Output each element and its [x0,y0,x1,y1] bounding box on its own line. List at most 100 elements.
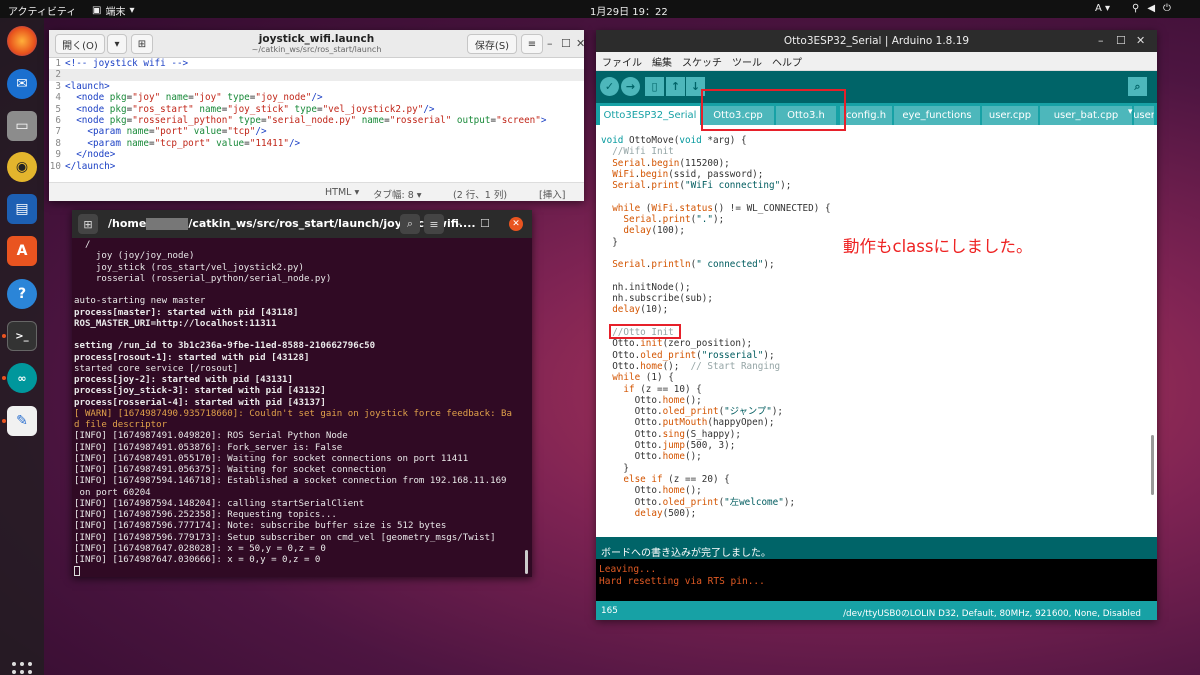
terminal-dock-icon[interactable]: >_ [7,321,37,351]
code-line: Serial.println(" connected"); [601,259,831,270]
close-button[interactable]: ✕ [509,217,523,231]
text-editor-area[interactable]: 1 <!-- joystick wifi --> 2 3 <launch> 4 <node… [49,58,584,182]
menu-item-3[interactable]: ツール [732,54,762,69]
rhythmbox-icon[interactable]: ◉ [7,152,37,182]
code-token: } [601,462,629,474]
input-method-indicator[interactable]: A ▾ [1095,3,1110,14]
editor-scrollbar[interactable] [1151,435,1154,495]
code-token: sing [662,428,685,440]
code-token: (happyOpen); [707,417,775,429]
terminal-line: process[joy-2]: started with pid [43131] [74,375,293,385]
code-token: Otto. [601,349,641,361]
app-menu[interactable]: ▣ 端末 ▾ [92,3,134,18]
new-tab-button[interactable]: ⊞ [78,214,98,234]
tab-7[interactable]: user [1134,106,1154,125]
code-token: (); [684,394,702,406]
code-token: (z == 20) { [662,473,730,485]
upload-button[interactable]: → [621,77,640,96]
code-token: "port" [154,126,189,138]
code-token: </node> [65,149,116,161]
activities-button[interactable]: アクティビティ [8,3,76,18]
code-line: 2 [49,69,584,81]
text-editor-icon[interactable]: ✎ [7,406,37,436]
status-message: ボードへの書き込みが完了しました。 [596,537,1157,559]
save-button[interactable]: 保存(S) [467,34,517,54]
system-tray[interactable]: ⚲◀⏻ [1132,3,1179,14]
close-button[interactable]: ✕ [576,37,585,50]
code-line: 1 <!-- joystick wifi --> [49,58,584,69]
code-token: "." [696,214,713,226]
menu-item-0[interactable]: ファイル [602,54,642,69]
new-sketch-button[interactable]: ▯ [645,77,664,96]
files-icon[interactable]: ▭ [7,111,37,141]
output-console[interactable]: Leaving... Hard resetting via RTS pin... [596,559,1157,601]
minimize-button[interactable]: – [1098,34,1104,47]
language-selector[interactable]: HTML ▾ [325,187,359,198]
code-token: Otto. [601,417,663,429]
open-sketch-button[interactable]: ↑ [666,77,685,96]
arrow-up-icon: ↑ [670,80,681,93]
tab-6[interactable]: user_bat.cpp [1040,106,1132,125]
search-button[interactable]: ⌕ [400,214,420,234]
terminal-line: [INFO] [1674987647.030666]: x = 0,y = 0,… [74,555,321,565]
maximize-button[interactable]: ☐ [480,217,490,230]
hamburger-menu-button[interactable]: ≡ [424,214,444,234]
maximize-button[interactable]: ☐ [1116,34,1126,47]
terminal-line: setting /run_id to 3b1c236a-9fbe-11ed-85… [74,341,376,352]
tab-3[interactable]: config.h [840,106,892,125]
software-center-icon[interactable]: A [7,236,37,266]
line-number: 9 [55,149,61,161]
serial-monitor-button[interactable]: ⌕ [1128,77,1147,96]
console-line: Leaving... [599,564,657,575]
code-line: Otto.home(); [601,395,831,406]
close-button[interactable]: ✕ [1136,34,1145,47]
tab-width-selector[interactable]: タブ幅: 8 ▾ [373,187,422,201]
gedit-statusbar: HTML ▾ タブ幅: 8 ▾ (2 行、1 列) [挿入] [49,182,584,201]
code-token: Otto. [601,338,641,350]
maximize-button[interactable]: ☐ [561,37,571,50]
verify-button[interactable]: ✓ [600,77,619,96]
tab-0[interactable]: Otto3ESP32_Serial [600,106,700,125]
code-token: (ssid, password); [668,168,764,180]
code-token: jump [662,440,685,452]
terminal-line: [INFO] [1674987491.049820]: ROS Serial P… [74,431,348,442]
code-token: nh.subscribe(sub); [601,293,713,305]
chevron-down-icon: ▾ [129,5,135,16]
menu-item-2[interactable]: スケッチ [682,54,722,69]
code-token: pkg [109,114,127,126]
line-number: 5 [55,103,61,115]
menu-item-4[interactable]: ヘルプ [772,54,802,69]
clock[interactable]: 1月29日 19：22 [590,3,668,18]
libreoffice-writer-icon[interactable]: ▤ [7,194,37,224]
code-line: delay(10); [601,304,831,315]
terminal-scrollbar[interactable] [525,550,528,574]
hamburger-menu-button[interactable]: ≡ [521,34,543,54]
code-token: Otto. [601,428,663,440]
code-line: while (WiFi.status() != WL_CONNECTED) { [601,203,830,214]
minimize-button[interactable]: – [547,37,553,50]
firefox-icon[interactable] [7,26,37,56]
show-applications-icon[interactable] [12,662,32,675]
minimize-button[interactable]: – [456,217,462,230]
tab-4[interactable]: eye_functions [894,106,980,125]
code-line: Otto.oled_print("左welcome"); [601,497,831,508]
code-token: <param [65,126,127,138]
network-icon: ⚲ [1132,3,1148,14]
arduino-icon[interactable]: ∞ [7,363,37,393]
terminal-output[interactable]: / joy (joy/joy_node) joy_stick (ros_star… [74,240,526,578]
menu-item-1[interactable]: 編集 [652,54,672,69]
code-token: name [126,126,149,138]
code-token: <param [65,137,127,149]
code-token: putMouth [662,417,708,429]
tabs-menu-arrow[interactable]: ▾ [1128,107,1133,117]
code-line: delay(500); [601,508,831,519]
code-line: 6 <node pkg="rosserial_python" type="ser… [49,115,584,126]
code-token: (500); [662,507,697,519]
help-icon[interactable]: ? [7,279,37,309]
tab-5[interactable]: user.cpp [982,106,1038,125]
terminal-prompt-line [74,566,526,577]
thunderbird-icon[interactable]: ✉ [7,69,37,99]
